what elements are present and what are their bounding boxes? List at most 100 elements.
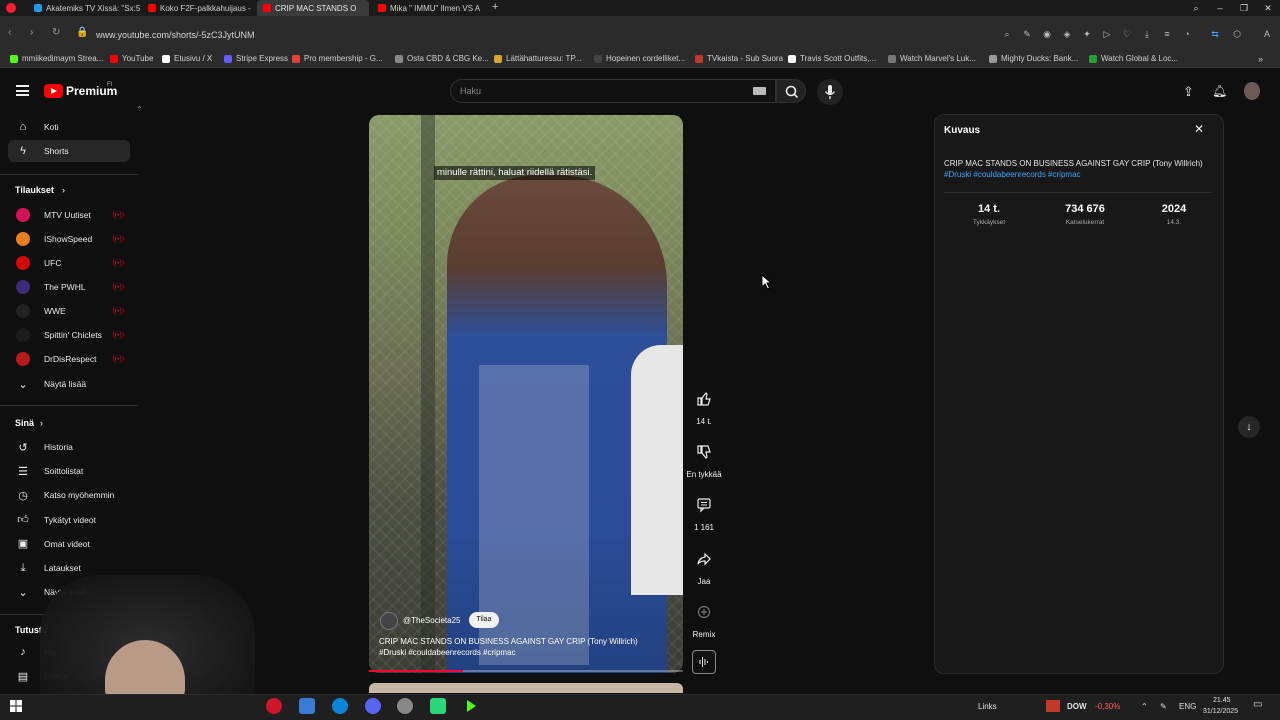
- language-indicator[interactable]: ENG: [1179, 702, 1196, 711]
- opera-logo-icon[interactable]: [6, 3, 16, 13]
- sidebar-item[interactable]: ⌂ Koti: [8, 116, 130, 138]
- notifications-bell-icon[interactable]: 🔔︎: [1212, 84, 1227, 98]
- video-hashtags[interactable]: #Druski #couldabeenrecords #cripmac: [379, 648, 516, 657]
- sidebar-collapse-icon[interactable]: ⌃: [136, 105, 143, 114]
- sidebar-item[interactable]: ☰ Soittolistat: [8, 460, 130, 482]
- back-icon[interactable]: ‹: [8, 27, 11, 38]
- bookmark-item[interactable]: Etusivu / X: [162, 54, 212, 63]
- avatar[interactable]: [1244, 82, 1260, 100]
- app-taskbar-icon[interactable]: [299, 698, 315, 714]
- bookmark-item[interactable]: Watch Marvel's Luk...: [888, 54, 976, 63]
- browser-tab-0[interactable]: Akatemiks TV Xissä: "Sx:5: [28, 0, 140, 16]
- voice-search-button[interactable]: [817, 79, 843, 105]
- opera-taskbar-icon[interactable]: [266, 698, 282, 714]
- maximize-icon[interactable]: ❐: [1232, 0, 1256, 16]
- play-taskbar-icon[interactable]: [463, 698, 479, 714]
- heart-icon[interactable]: ♡: [1122, 29, 1132, 39]
- spotify-like-taskbar-icon[interactable]: [430, 698, 446, 714]
- search-tabs-icon[interactable]: ⌕: [1184, 0, 1208, 16]
- sidebar-section-header[interactable]: Tilaukset: [15, 185, 54, 195]
- video-progress-bar[interactable]: [369, 670, 683, 672]
- sidebar-item[interactable]: MTV Uutiset ((•)): [8, 204, 130, 226]
- download-icon[interactable]: ⤓: [1142, 29, 1152, 39]
- sidebar-item[interactable]: UFC ((•)): [8, 252, 130, 274]
- bookmark-item[interactable]: mmiikedimaym Strea...: [10, 54, 103, 63]
- bookmark-item[interactable]: Travis Scott Outfits,...: [788, 54, 876, 63]
- close-window-icon[interactable]: ✕: [1256, 0, 1280, 16]
- sidebar-item[interactable]: 👍︎ Tykätyt videot: [8, 509, 130, 531]
- bookmark-item[interactable]: YouTube: [110, 54, 153, 63]
- discord-taskbar-icon[interactable]: [365, 698, 381, 714]
- play-icon[interactable]: ▷: [1102, 29, 1112, 39]
- search-page-icon[interactable]: ⌕: [1002, 29, 1012, 39]
- search-input[interactable]: Haku: [460, 86, 481, 96]
- bookmark-item[interactable]: TVkaista - Sub Suora: [695, 54, 783, 63]
- bookmarks-more-icon[interactable]: »: [1258, 54, 1263, 64]
- hamburger-menu-icon[interactable]: [16, 85, 29, 96]
- description-hashtags[interactable]: #Druski #couldabeenrecords #cripmac: [944, 170, 1081, 179]
- ticker-name[interactable]: DOW: [1067, 702, 1087, 711]
- sidebar-item[interactable]: ↺ Historia: [8, 436, 130, 458]
- forward-icon[interactable]: ›: [30, 27, 33, 38]
- upload-icon[interactable]: ⇪: [1183, 84, 1194, 100]
- youtube-logo-icon[interactable]: [44, 84, 63, 98]
- sidebar-item[interactable]: IShowSpeed ((•)): [8, 228, 130, 250]
- sidebar-item[interactable]: ϟ Shorts: [8, 140, 130, 162]
- short-video-player[interactable]: [369, 115, 683, 673]
- bookmark-item[interactable]: Pro membership - G...: [292, 54, 383, 63]
- links-toolbar[interactable]: Links: [978, 702, 997, 711]
- minimize-icon[interactable]: –: [1208, 0, 1232, 16]
- share-button[interactable]: [691, 546, 717, 572]
- remix-button[interactable]: [691, 599, 717, 625]
- extensions-icon[interactable]: ✦: [1082, 29, 1092, 39]
- tray-chevron-icon[interactable]: ⌃: [1141, 702, 1148, 711]
- bookmark-item[interactable]: Lättähatturessu: TP...: [494, 54, 581, 63]
- cube-icon[interactable]: ⬡: [1232, 29, 1242, 39]
- bookmark-item[interactable]: Hopeinen cordelliket...: [594, 54, 685, 63]
- edge-taskbar-icon[interactable]: [332, 698, 348, 714]
- profile-icon[interactable]: ◔: [1182, 29, 1192, 39]
- channel-name[interactable]: @TheSocieta25: [403, 616, 461, 625]
- dislike-button[interactable]: [691, 439, 717, 465]
- bookmark-item[interactable]: Mighty Ducks: Bank...: [989, 54, 1078, 63]
- browser-tab-1[interactable]: Koko F2F-palkkahuijaus -: [142, 0, 254, 16]
- channel-avatar[interactable]: [380, 612, 398, 630]
- search-button[interactable]: [776, 79, 806, 103]
- url-field[interactable]: www.youtube.com/shorts/-5zC3JytUNM: [96, 30, 255, 40]
- sidebar-item[interactable]: DrDisRespect ((•)): [8, 348, 130, 370]
- menu-icon[interactable]: ≡: [1162, 29, 1172, 39]
- sidebar-item[interactable]: ▣ Omat videot: [8, 533, 130, 555]
- browser-tab-3[interactable]: Mika " IMMU" Ilmen VS A: [372, 0, 484, 16]
- settings-taskbar-icon[interactable]: [397, 698, 413, 714]
- new-tab-icon[interactable]: +: [492, 1, 498, 13]
- sidebar-item[interactable]: WWE ((•)): [8, 300, 130, 322]
- bookmark-item[interactable]: Watch Global & Loc...: [1089, 54, 1178, 63]
- pen-icon[interactable]: ✎: [1160, 702, 1167, 711]
- comments-button[interactable]: [691, 492, 717, 518]
- ai-icon[interactable]: A: [1256, 29, 1278, 39]
- notification-center-icon[interactable]: ▭: [1253, 699, 1262, 710]
- search-box[interactable]: [450, 79, 776, 103]
- bookmark-item[interactable]: Osta CBD & CBG Ke...: [395, 54, 489, 63]
- sidebar-item[interactable]: ⌄ Näytä lisää: [8, 373, 130, 395]
- sidebar-item[interactable]: ◷ Katso myöhemmin: [8, 484, 130, 506]
- sound-button[interactable]: [692, 650, 716, 674]
- subscribe-button[interactable]: Tilaa: [469, 612, 499, 628]
- camera-icon[interactable]: ◉: [1042, 29, 1052, 39]
- bookmark-item[interactable]: Stripe Express: [224, 54, 288, 63]
- windows-start-icon[interactable]: [8, 698, 24, 714]
- sidebar-item[interactable]: Spittin' Chiclets ((•)): [8, 324, 130, 346]
- like-button[interactable]: [691, 386, 717, 412]
- close-icon[interactable]: ✕: [1194, 122, 1204, 136]
- sidebar-item[interactable]: The PWHL ((•)): [8, 276, 130, 298]
- extension-blue-icon[interactable]: ⇆: [1210, 29, 1220, 39]
- video-title[interactable]: CRIP MAC STANDS ON BUSINESS AGAINST GAY …: [379, 636, 677, 648]
- shield-icon[interactable]: ◈: [1062, 29, 1072, 39]
- next-short-thumbnail[interactable]: [369, 683, 683, 693]
- sidebar-section-header[interactable]: Sinä: [15, 418, 34, 428]
- browser-tab-2-active[interactable]: CRIP MAC STANDS O: [257, 0, 369, 16]
- next-short-button[interactable]: ↓: [1238, 416, 1260, 438]
- keyboard-icon[interactable]: [753, 87, 766, 95]
- clock-time[interactable]: 21.45: [1213, 697, 1231, 704]
- reload-icon[interactable]: ↻: [52, 27, 60, 38]
